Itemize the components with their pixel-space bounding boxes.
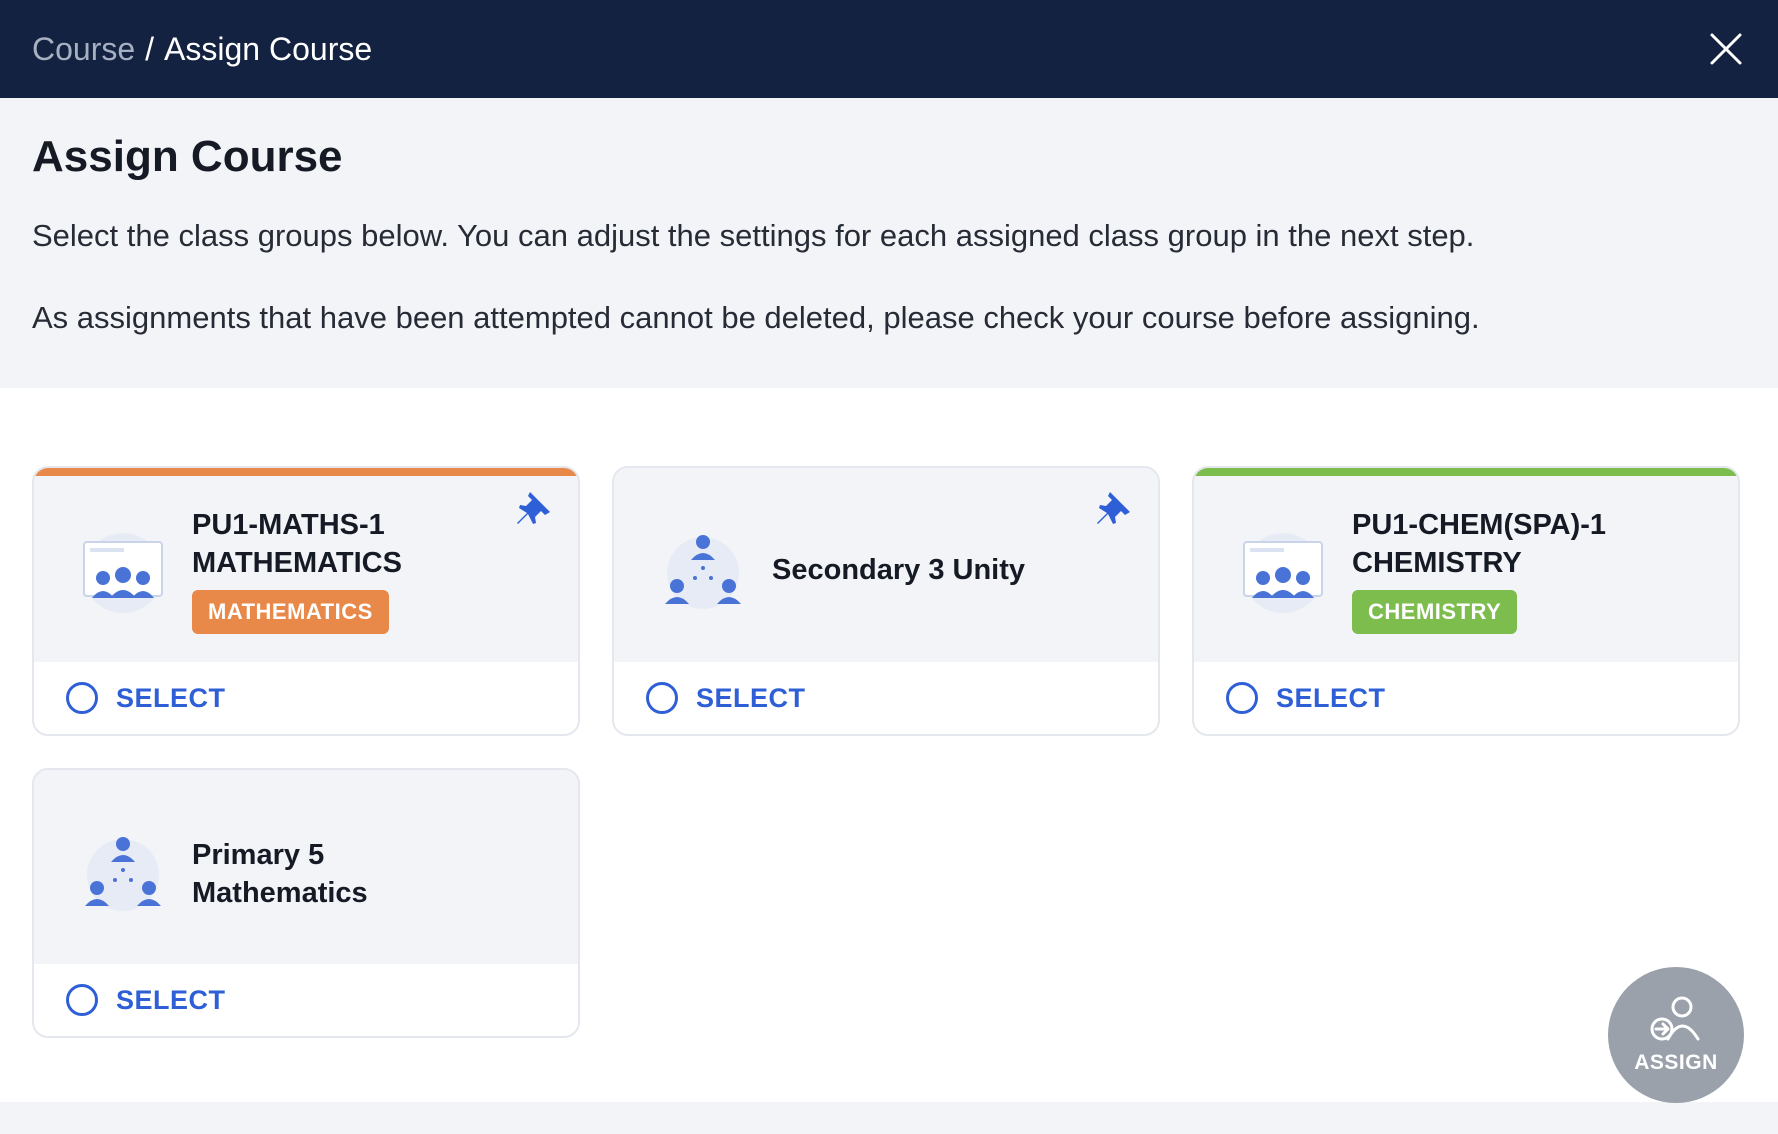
assign-label: ASSIGN <box>1634 1051 1718 1074</box>
page-title: Assign Course <box>32 132 343 181</box>
modal-footer-strip <box>0 1102 1778 1134</box>
card-text: Primary 5 Mathematics <box>192 836 368 912</box>
class-group-card[interactable]: PU1-CHEM(SPA)-1 CHEMISTRY CHEMISTRY SELE… <box>1192 466 1740 736</box>
card-text: Secondary 3 Unity <box>772 551 1025 589</box>
card-accent-strip <box>34 468 578 476</box>
card-accent-strip <box>1194 468 1738 476</box>
select-label[interactable]: SELECT <box>116 683 226 714</box>
class-group-card[interactable]: PU1-MATHS-1 MATHEMATICS MATHEMATICS SELE… <box>32 466 580 736</box>
modal-header: Course / Assign Course <box>0 0 1778 98</box>
group-network-icon <box>665 535 741 609</box>
card-footer: SELECT <box>34 964 578 1036</box>
card-title-line1: PU1-MATHS-1 <box>192 509 385 541</box>
card-title-line1: PU1-CHEM(SPA)-1 <box>1352 509 1607 541</box>
breadcrumb-separator: / <box>145 30 155 67</box>
subject-tag: CHEMISTRY <box>1352 590 1518 634</box>
card-title-line1: Secondary 3 Unity <box>772 554 1026 586</box>
card-text: PU1-CHEM(SPA)-1 CHEMISTRY CHEMISTRY <box>1352 506 1606 634</box>
card-title-line2: MATHEMATICS <box>192 547 402 579</box>
intro-section: Assign Course Select the class groups be… <box>0 98 1778 388</box>
close-icon <box>1710 33 1742 65</box>
select-label[interactable]: SELECT <box>696 683 806 714</box>
select-radio[interactable] <box>646 682 678 714</box>
class-group-card[interactable]: Secondary 3 Unity SELECT <box>612 466 1160 736</box>
card-title-line2: Mathematics <box>192 877 368 909</box>
classroom-icon <box>1243 533 1323 613</box>
select-radio[interactable] <box>1226 682 1258 714</box>
breadcrumb: Course / Assign Course <box>32 31 372 68</box>
select-label[interactable]: SELECT <box>1276 683 1386 714</box>
card-text: PU1-MATHS-1 MATHEMATICS MATHEMATICS <box>192 506 402 634</box>
pin-icon[interactable] <box>1094 488 1134 528</box>
assign-course-modal: Course / Assign Course Assign Course Sel… <box>0 0 1778 1134</box>
card-title-line1: Primary 5 <box>192 839 325 871</box>
assign-user-icon <box>1650 996 1700 1041</box>
subject-tag: MATHEMATICS <box>192 590 389 634</box>
card-title-line2: CHEMISTRY <box>1352 547 1522 579</box>
breadcrumb-current: Assign Course <box>164 30 373 67</box>
select-label[interactable]: SELECT <box>116 985 226 1016</box>
group-network-icon <box>85 837 161 911</box>
assign-button[interactable]: ASSIGN <box>1608 967 1744 1103</box>
close-button[interactable] <box>1706 29 1746 69</box>
select-radio[interactable] <box>66 984 98 1016</box>
pin-icon[interactable] <box>514 488 554 528</box>
card-footer: SELECT <box>34 662 578 734</box>
classroom-icon <box>83 533 163 613</box>
warning-text: As assignments that have been attempted … <box>32 300 1480 336</box>
instruction-text: Select the class groups below. You can a… <box>32 218 1475 253</box>
class-group-card[interactable]: Primary 5 Mathematics SELECT <box>32 768 580 1038</box>
card-footer: SELECT <box>1194 662 1738 734</box>
breadcrumb-course-link[interactable]: Course <box>32 31 135 68</box>
select-radio[interactable] <box>66 682 98 714</box>
card-footer: SELECT <box>614 662 1158 734</box>
